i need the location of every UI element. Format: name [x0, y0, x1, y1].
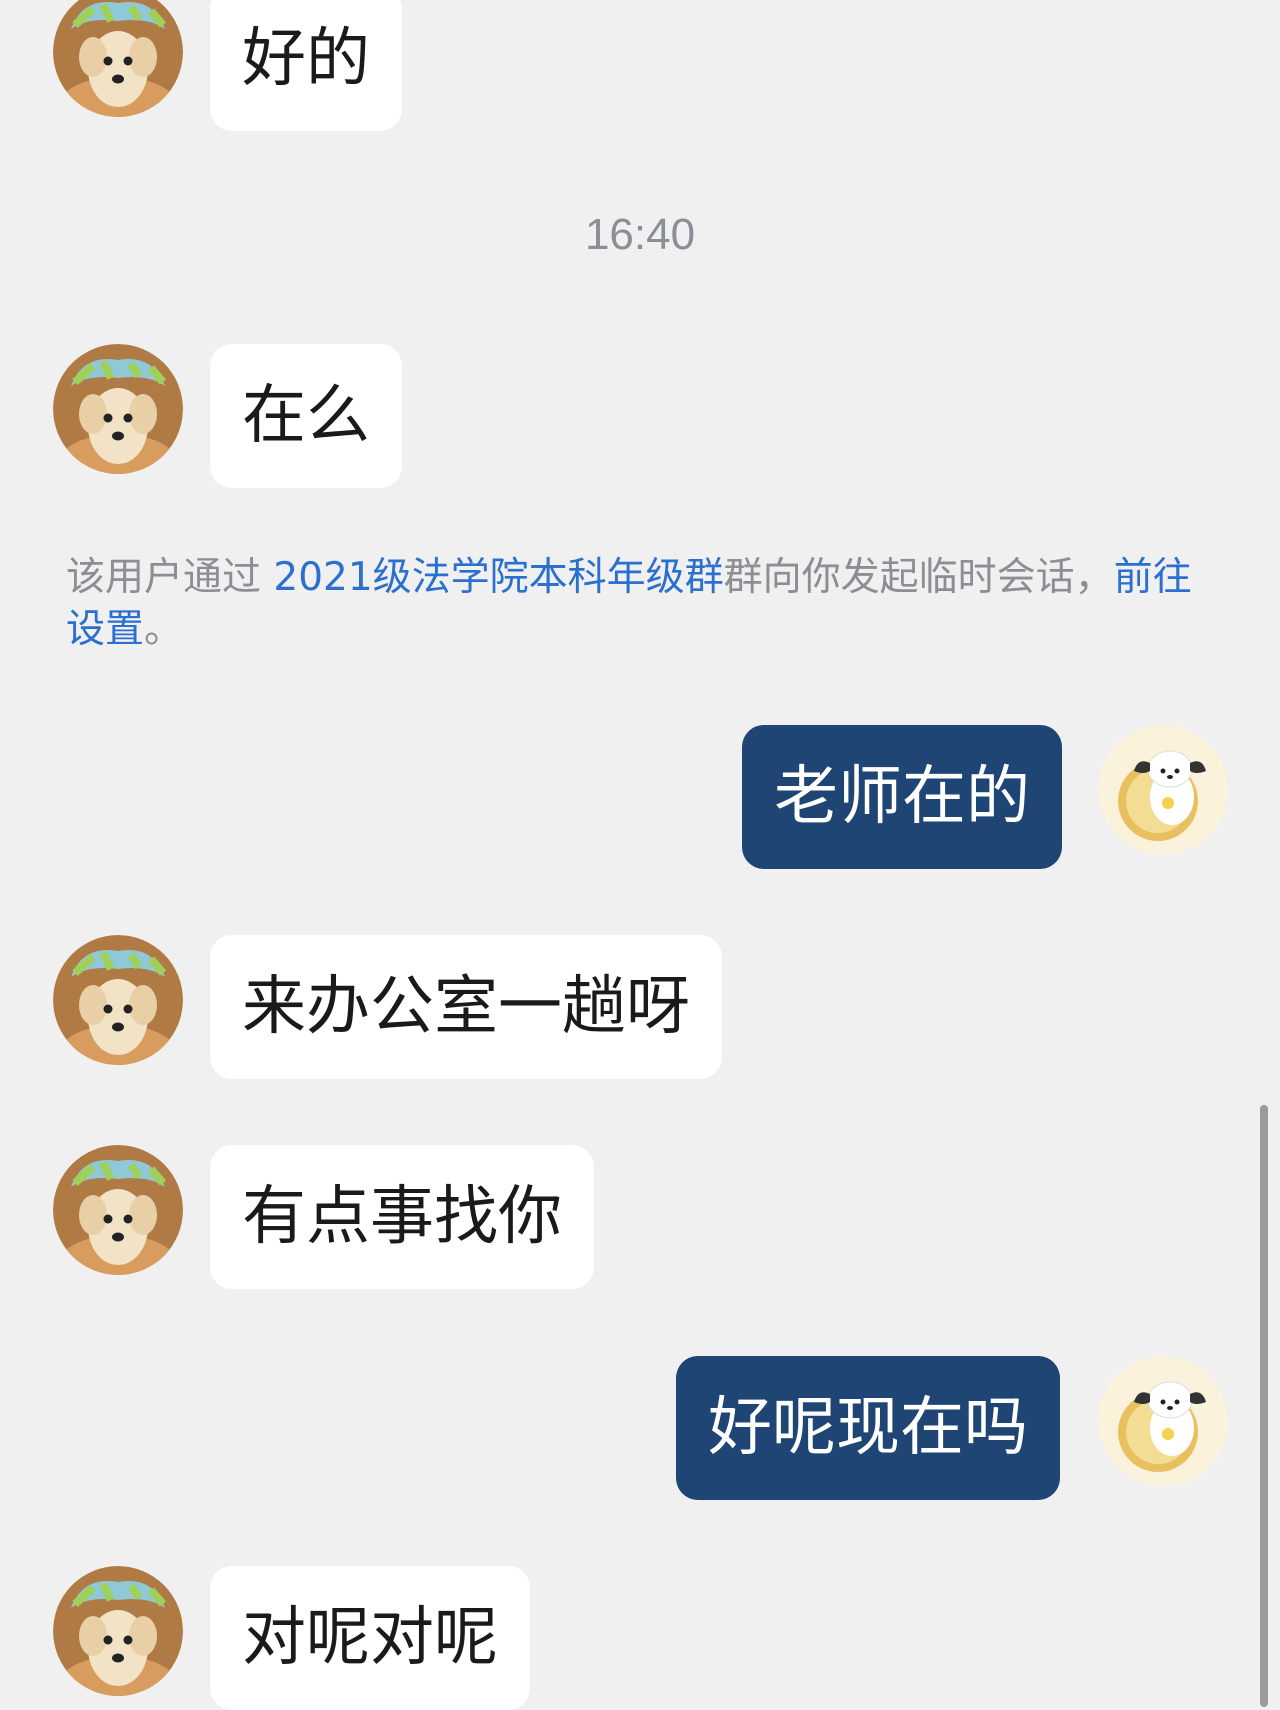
message-text: 老师在的 [774, 760, 1030, 834]
message-bubble[interactable]: 好的 [210, 0, 402, 131]
pochacco-avatar-icon [1098, 725, 1228, 855]
message-bubble[interactable]: 来办公室一趟呀 [210, 935, 722, 1079]
message-bubble[interactable]: 有点事找你 [210, 1145, 594, 1289]
dog-avatar-icon [53, 1145, 183, 1275]
notice-prefix: 该用户通过 [66, 555, 274, 600]
message-text: 来办公室一趟呀 [242, 970, 690, 1044]
scrollbar[interactable] [1260, 1105, 1268, 1707]
message-bubble[interactable]: 好呢现在吗 [676, 1356, 1060, 1500]
dog-avatar-icon [53, 1566, 183, 1696]
group-name-link[interactable]: 2021级法学院本科年级群 [273, 555, 723, 600]
dog-avatar-icon [53, 935, 183, 1065]
notice-middle: 群向你发起临时会话， [723, 555, 1114, 600]
dog-avatar-icon [53, 0, 183, 117]
message-text: 有点事找你 [242, 1180, 562, 1254]
temporary-session-notice: 该用户通过 2021级法学院本科年级群群向你发起临时会话，前往设置。 [66, 552, 1226, 656]
contact-avatar[interactable] [53, 344, 183, 474]
message-text: 好呢现在吗 [708, 1391, 1028, 1465]
contact-avatar[interactable] [53, 935, 183, 1065]
dog-avatar-icon [53, 344, 183, 474]
message-timestamp: 16:40 [584, 210, 696, 259]
message-bubble[interactable]: 对呢对呢 [210, 1566, 530, 1710]
contact-avatar[interactable] [53, 1145, 183, 1275]
notice-suffix: 。 [144, 607, 184, 652]
pochacco-avatar-icon [1098, 1356, 1228, 1486]
message-text: 在么 [242, 379, 370, 453]
chat-view[interactable]: 好的 16:40 在么 该用户通过 2021级法学院本科年级群群向你发起临时会话… [0, 0, 1280, 1710]
message-bubble[interactable]: 在么 [210, 344, 402, 488]
self-avatar[interactable] [1098, 725, 1228, 855]
message-text: 好的 [242, 22, 370, 96]
contact-avatar[interactable] [53, 1566, 183, 1696]
message-text: 对呢对呢 [242, 1601, 498, 1675]
self-avatar[interactable] [1098, 1356, 1228, 1486]
contact-avatar[interactable] [53, 0, 183, 117]
message-bubble[interactable]: 老师在的 [742, 725, 1062, 869]
